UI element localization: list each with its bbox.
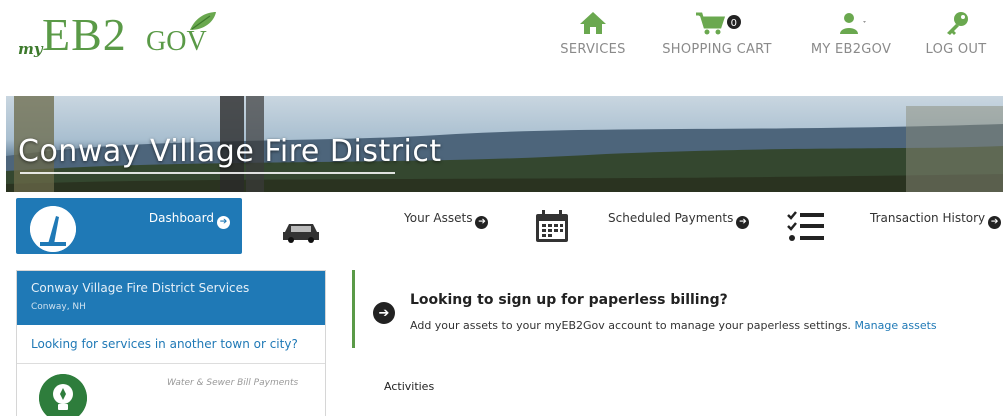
district-services-panel: Conway Village Fire District Services Co… [16, 270, 326, 416]
user-icon [840, 13, 866, 34]
paperless-body-text: Add your assets to your myEB2Gov account… [410, 319, 851, 332]
speedometer-icon [30, 206, 76, 252]
title-underline [20, 172, 395, 174]
your-assets-label: Your Assets [404, 211, 473, 225]
car-icon [283, 224, 319, 243]
transaction-history-label: Transaction History [870, 211, 986, 225]
scheduled-payments-tab[interactable]: Scheduled Payments ➔ [608, 196, 750, 256]
arrow-circle-icon: ➔ [217, 216, 230, 229]
services-panel-title: Conway Village Fire District Services [31, 281, 250, 295]
dashboard-label: Dashboard ➔ [149, 211, 230, 229]
nav-services-label: SERVICES [560, 42, 626, 57]
activities-heading: Activities [384, 380, 435, 393]
account-navigation-strip: Dashboard ➔ Your Assets ➔ Scheduled Paymen… [16, 196, 1003, 256]
leaf-icon [190, 12, 216, 30]
paperless-billing-notice: ➔ Looking to sign up for paperless billi… [352, 270, 992, 348]
other-town-search-link[interactable]: Looking for services in another town or … [17, 325, 325, 364]
paperless-body: Add your assets to your myEB2Gov account… [410, 319, 937, 332]
checklist-tile[interactable] [786, 196, 830, 256]
calendar-icon [536, 210, 568, 242]
arrow-circle-icon: ➔ [475, 216, 489, 229]
water-sewer-service-item[interactable]: Water & Sewer Bill Payments [17, 364, 325, 416]
page-title: Conway Village Fire District [18, 134, 442, 169]
nav-my-eb2gov[interactable]: MY EB2GOV [806, 10, 896, 57]
myeb2gov-logo[interactable]: my EB2 GOV [18, 6, 218, 66]
nav-cart-label: SHOPPING CART [662, 42, 772, 57]
paperless-heading: Looking to sign up for paperless billing… [410, 292, 728, 308]
logo-gov: GOV [146, 26, 207, 57]
your-assets-tab[interactable]: Your Assets ➔ [404, 196, 504, 256]
services-panel-location: Conway, NH [31, 302, 86, 312]
shopping-cart-icon: 0 [696, 12, 741, 35]
nav-log-out-label: LOG OUT [925, 42, 987, 57]
cart-count-badge: 0 [731, 18, 738, 29]
home-icon [580, 12, 606, 34]
scheduled-payments-label: Scheduled Payments [608, 211, 734, 225]
nav-my-eb2gov-label: MY EB2GOV [810, 42, 892, 57]
key-icon [947, 12, 968, 35]
arrow-circle-icon: ➔ [988, 216, 1002, 229]
arrow-right-circle-icon: ➔ [373, 302, 395, 324]
lightbulb-icon [39, 374, 87, 416]
nav-shopping-cart[interactable]: 0 SHOPPING CART [658, 10, 776, 57]
transaction-history-tab[interactable]: Transaction History ➔ [870, 196, 1002, 256]
vehicle-icon-tile[interactable] [270, 196, 330, 256]
services-panel-header: Conway Village Fire District Services Co… [17, 271, 325, 325]
calendar-tile[interactable] [532, 196, 576, 256]
nav-services[interactable]: SERVICES [558, 10, 628, 57]
checklist-icon [787, 211, 824, 241]
water-sewer-service-label: Water & Sewer Bill Payments [167, 378, 299, 388]
arrow-circle-icon: ➔ [736, 216, 750, 229]
manage-assets-link[interactable]: Manage assets [854, 319, 936, 332]
logo-my: my [18, 40, 43, 58]
logo-eb2: EB2 [42, 9, 127, 60]
nav-log-out[interactable]: LOG OUT [923, 10, 989, 57]
dashboard-tab[interactable]: Dashboard ➔ [16, 198, 242, 254]
district-banner: Conway Village Fire District [6, 96, 1003, 192]
